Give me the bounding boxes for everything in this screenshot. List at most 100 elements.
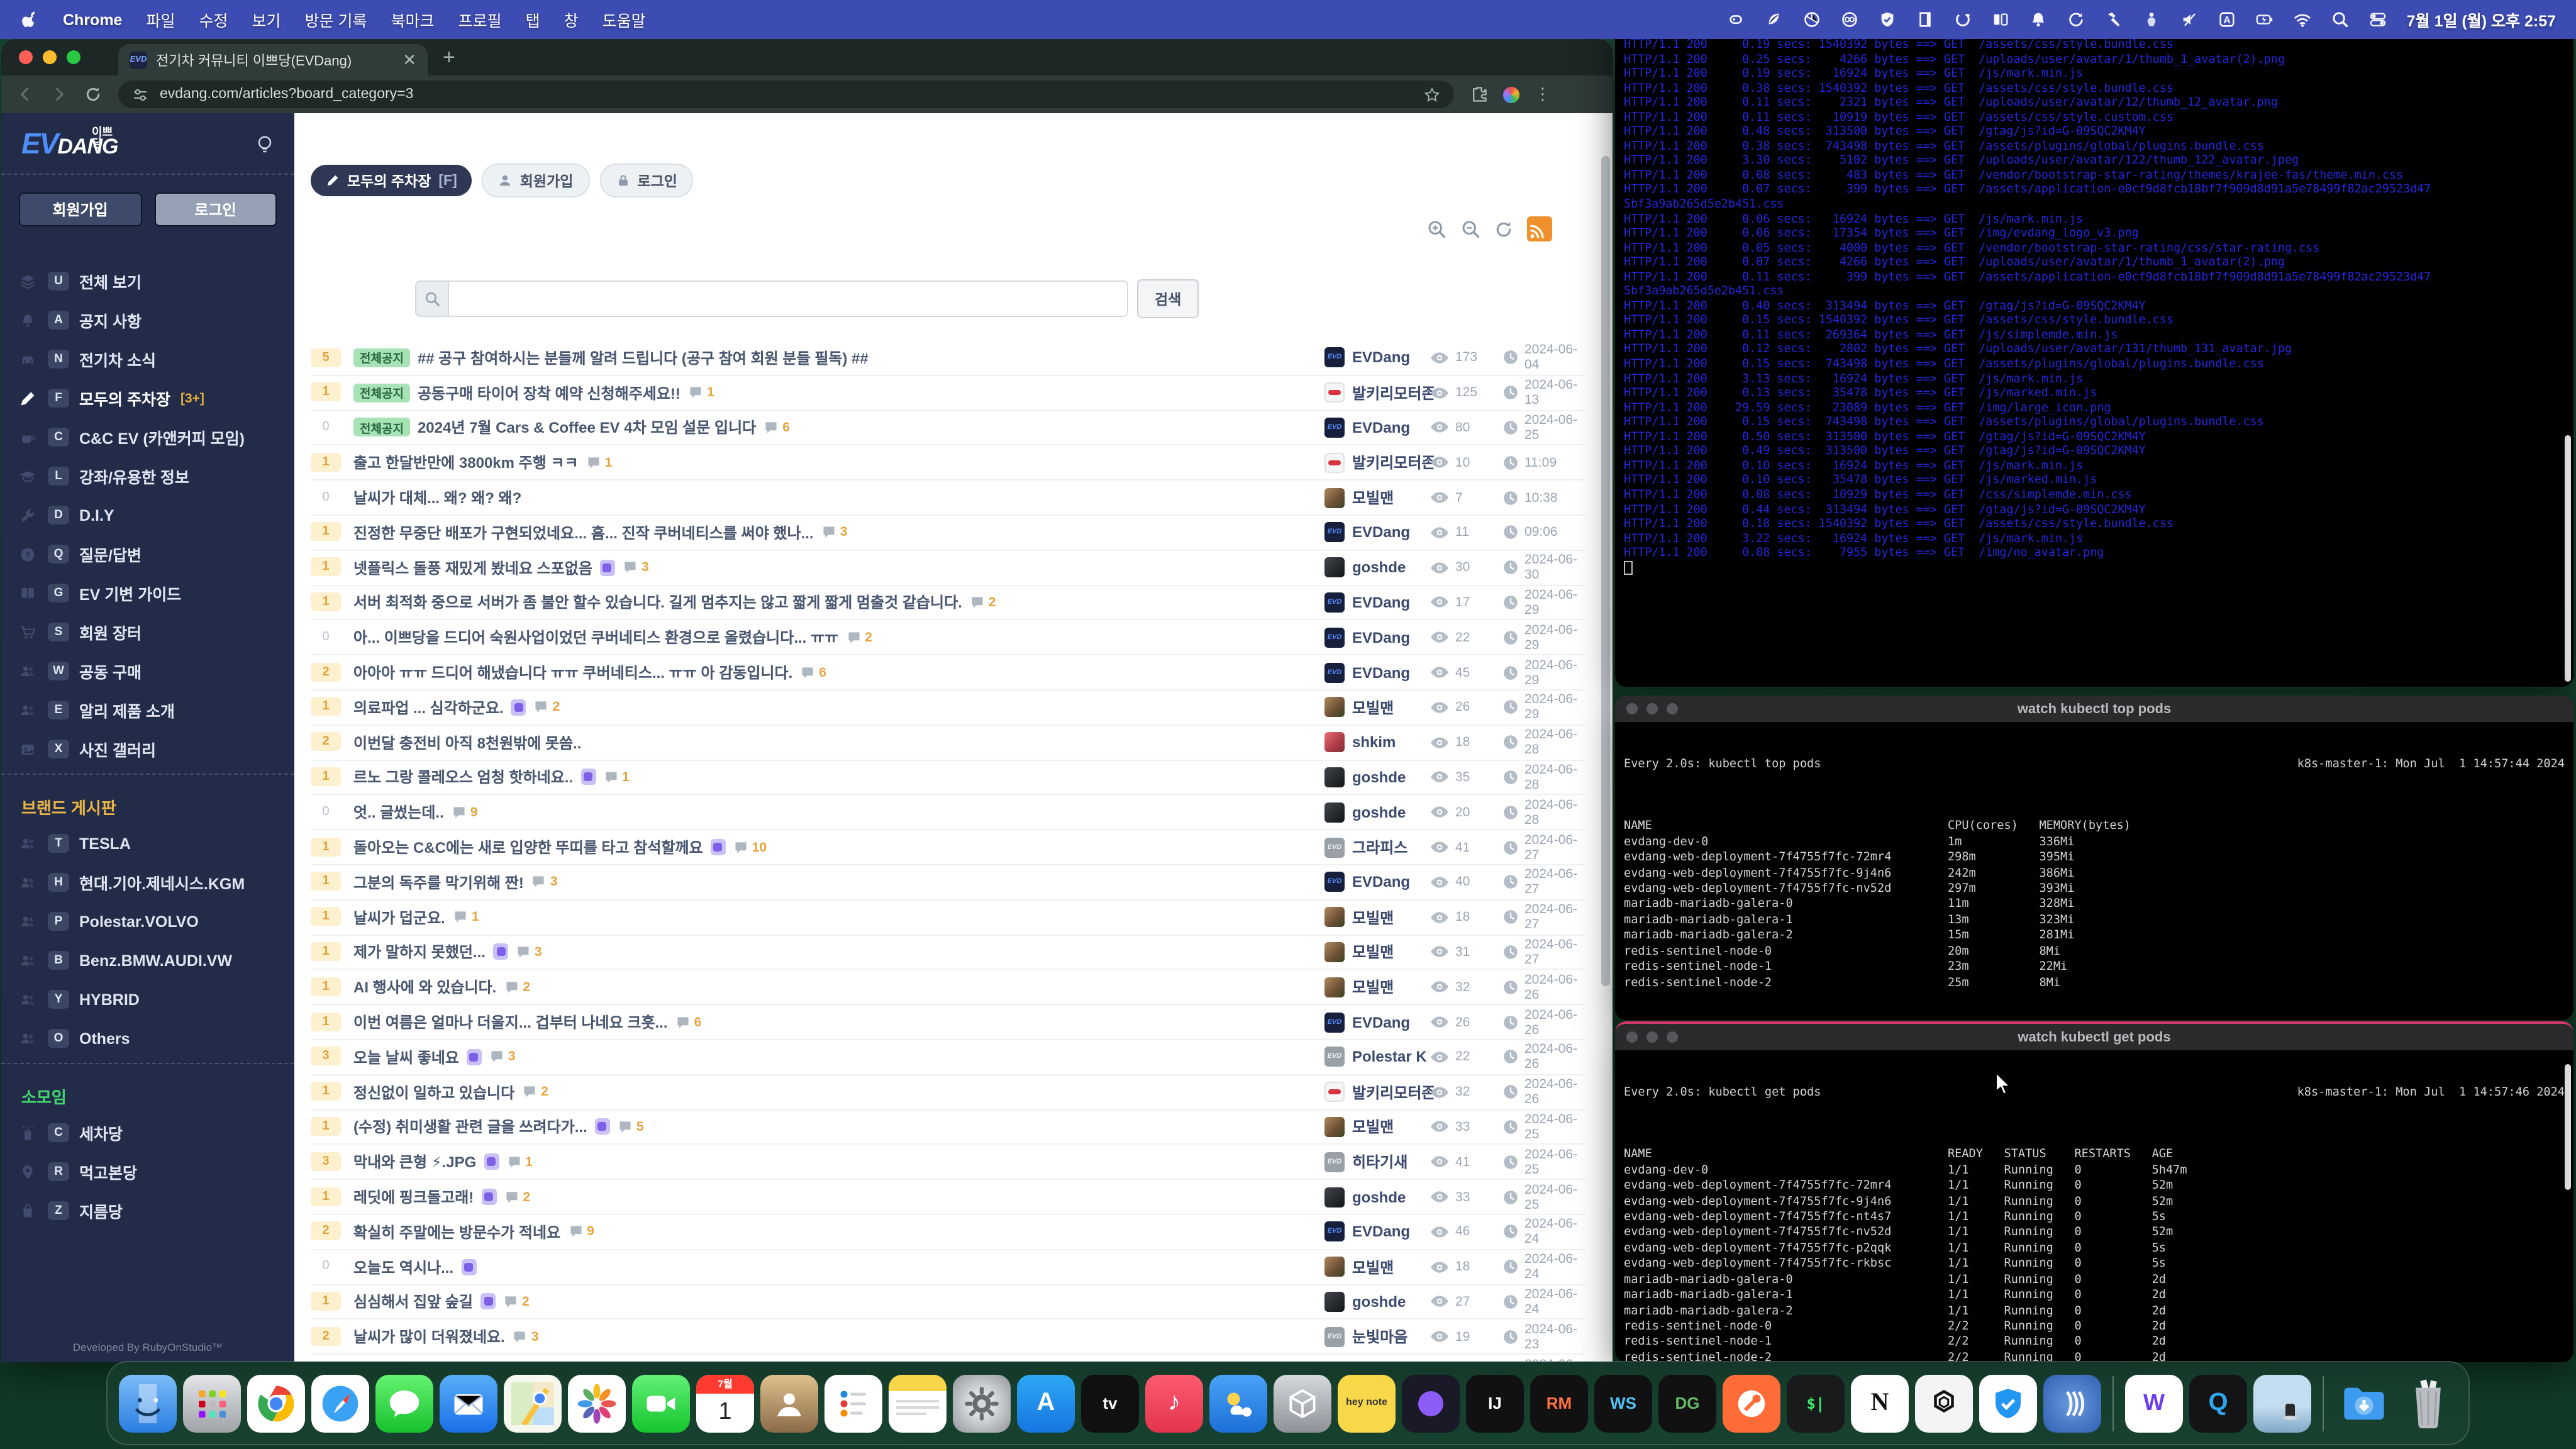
post-row[interactable]: 1AI 행사에 와 있습니다.2모빌맨322024-06-26 xyxy=(311,970,1585,1006)
post-author[interactable]: 발키리모터존 xyxy=(1324,1075,1436,1109)
mail-dock-icon[interactable] xyxy=(440,1374,497,1432)
author-name[interactable]: 모빌맨 xyxy=(1352,697,1394,718)
window-controls[interactable] xyxy=(1626,1031,1678,1043)
menu-item-1[interactable]: 수정 xyxy=(199,8,228,31)
post-author[interactable]: EVDEVDang xyxy=(1324,1215,1410,1249)
author-name[interactable]: goshde xyxy=(1352,804,1406,821)
post-row[interactable]: 1전체공지공동구매 타이어 장착 예약 신청해주세요!!1발키리모터존12520… xyxy=(311,376,1585,411)
post-title[interactable]: 2024년 7월 Cars & Coffee EV 4차 모임 설문 입니다 xyxy=(418,417,756,438)
terminal-titlebar[interactable]: watch kubectl get pods xyxy=(1615,1024,2573,1050)
post-title[interactable]: 서버 최적화 중으로 서버가 좀 불안 할수 있습니다. 길게 멈추지는 않고 … xyxy=(353,592,962,613)
sidebar-item-강좌/유용한 정보[interactable]: L강좌/유용한 정보 xyxy=(1,457,294,496)
post-title-area[interactable]: 그분의 독주를 막기위해 짠!3 xyxy=(353,865,558,899)
author-name[interactable]: 모빌맨 xyxy=(1352,976,1394,997)
post-row[interactable]: 0전체공지2024년 7월 Cars & Coffee EV 4차 모임 설문 … xyxy=(311,411,1585,446)
post-title-area[interactable]: 서버 최적화 중으로 서버가 좀 불안 할수 있습니다. 길게 멈추지는 않고 … xyxy=(353,586,996,619)
menu-app-name[interactable]: Chrome xyxy=(63,11,122,28)
post-author[interactable]: 모빌맨 xyxy=(1324,970,1394,1004)
post-title[interactable]: 르노 그랑 콜레오스 엄청 핫하네요.. xyxy=(353,767,573,788)
sidebar-item-TESLA[interactable]: TTESLA xyxy=(1,824,294,863)
weather-dock-icon[interactable] xyxy=(1209,1374,1267,1432)
post-title-area[interactable]: 돌아오는 C&C에는 새로 입양한 뚜띠를 타고 참석할께요10 xyxy=(353,830,767,864)
post-row[interactable]: 1넷플릭스 돌풍 재밌게 봤네요 스포없음3goshde302024-06-30 xyxy=(311,551,1585,586)
post-row[interactable]: 1르노 그랑 콜레오스 엄청 핫하네요..1goshde352024-06-28 xyxy=(311,760,1585,796)
post-title-area[interactable]: AI 행사에 와 있습니다.2 xyxy=(353,970,530,1004)
author-name[interactable]: EVDang xyxy=(1352,874,1410,891)
post-author[interactable]: 발키리모터존 xyxy=(1324,446,1436,480)
post-title-area[interactable]: 오늘 날씨 좋네요3 xyxy=(353,1040,516,1074)
control-center-icon[interactable] xyxy=(2369,10,2388,29)
workplace-chat-dock-icon[interactable]: W xyxy=(2125,1374,2183,1432)
author-name[interactable]: EVDang xyxy=(1352,629,1410,647)
author-name[interactable]: EVDang xyxy=(1352,349,1410,367)
menu-item-7[interactable]: 창 xyxy=(564,8,579,31)
sidebar-item-D.I.Y[interactable]: DD.I.Y xyxy=(1,496,294,535)
board-login-button[interactable]: 로그인 xyxy=(599,164,694,197)
reminders-dock-icon[interactable] xyxy=(824,1374,882,1432)
post-title[interactable]: (수정) 취미생활 관련 글을 쓰려다가... xyxy=(353,1116,587,1138)
input-source-a-icon[interactable]: A xyxy=(2218,10,2237,29)
post-title-area[interactable]: 날씨가 많이 더워졌네요.3 xyxy=(353,1320,539,1354)
fullscreen-window-button[interactable] xyxy=(1667,703,1678,714)
post-title-area[interactable]: 레딧에 핑크돌고래!2 xyxy=(353,1180,530,1214)
fullscreen-window-button[interactable] xyxy=(67,50,80,64)
browser-tab[interactable]: EVD 전기차 커뮤니티 이쁘당(EVDang) ✕ xyxy=(118,44,428,75)
chatgpt-dock-icon[interactable] xyxy=(1915,1374,1973,1432)
zoom-out-icon[interactable] xyxy=(1460,219,1480,239)
sidebar-item-HYBRID[interactable]: YHYBRID xyxy=(1,980,294,1019)
post-row[interactable]: 1의료파업 ... 심각하군요.2모빌맨262024-06-29 xyxy=(311,691,1585,726)
post-title-area[interactable]: 이번달 충전비 아직 8천원밖에 못씀.. xyxy=(353,726,582,760)
postman-dock-icon[interactable] xyxy=(1723,1374,1780,1432)
signup-button[interactable]: 회원가입 xyxy=(19,192,142,226)
terminal-scrollbar[interactable] xyxy=(2565,435,2571,682)
post-title-area[interactable]: 의료파업 ... 심각하군요.2 xyxy=(353,691,560,724)
post-title[interactable]: 심심해서 집앞 숲길 xyxy=(353,1291,473,1313)
post-title[interactable]: 넷플릭스 돌풍 재밌게 봤네요 스포없음 xyxy=(353,557,592,578)
post-row[interactable]: 2확실히 주말에는 방문수가 적네요9EVDEVDang462024-06-24 xyxy=(311,1215,1585,1250)
sidebar-item-먹고본당[interactable]: R먹고본당 xyxy=(1,1152,294,1191)
post-row[interactable]: 0엇.. 글썼는데..9goshde202024-06-28 xyxy=(311,796,1585,831)
post-title[interactable]: 확실히 주말에는 방문수가 적네요 xyxy=(353,1221,560,1243)
post-title-area[interactable]: 출고 한달반만에 3800km 주행 ㅋㅋ1 xyxy=(353,446,612,480)
webstorm-dock-icon[interactable]: WS xyxy=(1594,1374,1652,1432)
menu-bar-clock[interactable]: 7월 1일 (월) 오후 2:57 xyxy=(2407,8,2556,31)
evdang-logo[interactable]: 이쁘당 EVDANG xyxy=(21,130,118,158)
author-name[interactable]: goshde xyxy=(1352,1293,1406,1311)
menu-item-8[interactable]: 도움말 xyxy=(602,8,646,31)
quicktime-dock-icon[interactable]: Q xyxy=(2189,1374,2247,1432)
author-name[interactable]: EVDang xyxy=(1352,1013,1410,1031)
screenshot-preview-dock-icon[interactable] xyxy=(2253,1374,2311,1432)
post-author[interactable]: EVDEVDang xyxy=(1324,1005,1410,1039)
window-controls[interactable] xyxy=(14,39,118,75)
post-author[interactable]: goshde xyxy=(1324,760,1406,794)
spotlight-icon[interactable] xyxy=(2331,10,2350,29)
post-title-area[interactable]: 엇.. 글썼는데..9 xyxy=(353,796,477,830)
contacts-dock-icon[interactable] xyxy=(760,1374,818,1432)
post-row[interactable]: 2날씨가 많이 더워졌네요.3EVD눈빛마음192024-06-23 xyxy=(311,1320,1585,1355)
post-title-area[interactable]: 아아아 ㅠㅠ 드디어 해냈습니다 ㅠㅠ 쿠버네티스... ㅠㅠ 아 감동입니다.… xyxy=(353,655,826,689)
post-author[interactable]: goshde xyxy=(1324,551,1406,585)
post-author[interactable]: goshde xyxy=(1324,796,1406,830)
post-author[interactable]: 모빌맨 xyxy=(1324,935,1394,969)
post-title-area[interactable]: 전체공지2024년 7월 Cars & Coffee EV 4차 모임 설문 입… xyxy=(353,411,790,445)
post-row[interactable]: 1돌아오는 C&C에는 새로 입양한 뚜띠를 타고 참석할께요10EVD그라피스… xyxy=(311,830,1585,865)
post-row[interactable]: 1날씨가 덥군요.1모빌맨182024-06-27 xyxy=(311,901,1585,936)
post-title[interactable]: 아... 이쁘당을 드디어 숙원사업이었던 쿠버네티스 환경으로 올렸습니다..… xyxy=(353,627,838,648)
datagrip-dock-icon[interactable]: DG xyxy=(1658,1374,1716,1432)
post-title[interactable]: 아아아 ㅠㅠ 드디어 해냈습니다 ㅠㅠ 쿠버네티스... ㅠㅠ 아 감동입니다. xyxy=(353,662,792,683)
post-row[interactable]: 1서버 최적화 중으로 서버가 좀 불안 할수 있습니다. 길게 멈추지는 않고… xyxy=(311,586,1585,621)
notion-dock-icon[interactable]: N xyxy=(1851,1374,1909,1432)
search-button[interactable]: 검색 xyxy=(1137,279,1199,318)
post-row[interactable]: 1진정한 무중단 배포가 구현되었네요... 흠... 진작 쿠버네티스를 써야… xyxy=(311,516,1585,551)
sidebar-item-전기차 소식[interactable]: N전기차 소식 xyxy=(1,340,294,379)
author-name[interactable]: goshde xyxy=(1352,558,1406,576)
terminal-titlebar[interactable]: watch kubectl top pods xyxy=(1615,696,2573,722)
theme-bulb-icon[interactable] xyxy=(255,135,274,157)
post-title[interactable]: 의료파업 ... 심각하군요. xyxy=(353,697,504,718)
post-row[interactable]: 3오늘 날씨 좋네요3EVDPolestar K222024-06-26 xyxy=(311,1040,1585,1075)
sidebar-item-전체 보기[interactable]: U전체 보기 xyxy=(1,262,294,301)
author-name[interactable]: EVDang xyxy=(1352,594,1410,611)
close-window-button[interactable] xyxy=(1626,703,1638,714)
post-title[interactable]: ## 공구 참여하시는 분들께 알려 드립니다 (공구 참여 회원 분들 필독)… xyxy=(418,347,869,369)
terminal-dock-icon[interactable]: $| xyxy=(1787,1374,1845,1432)
